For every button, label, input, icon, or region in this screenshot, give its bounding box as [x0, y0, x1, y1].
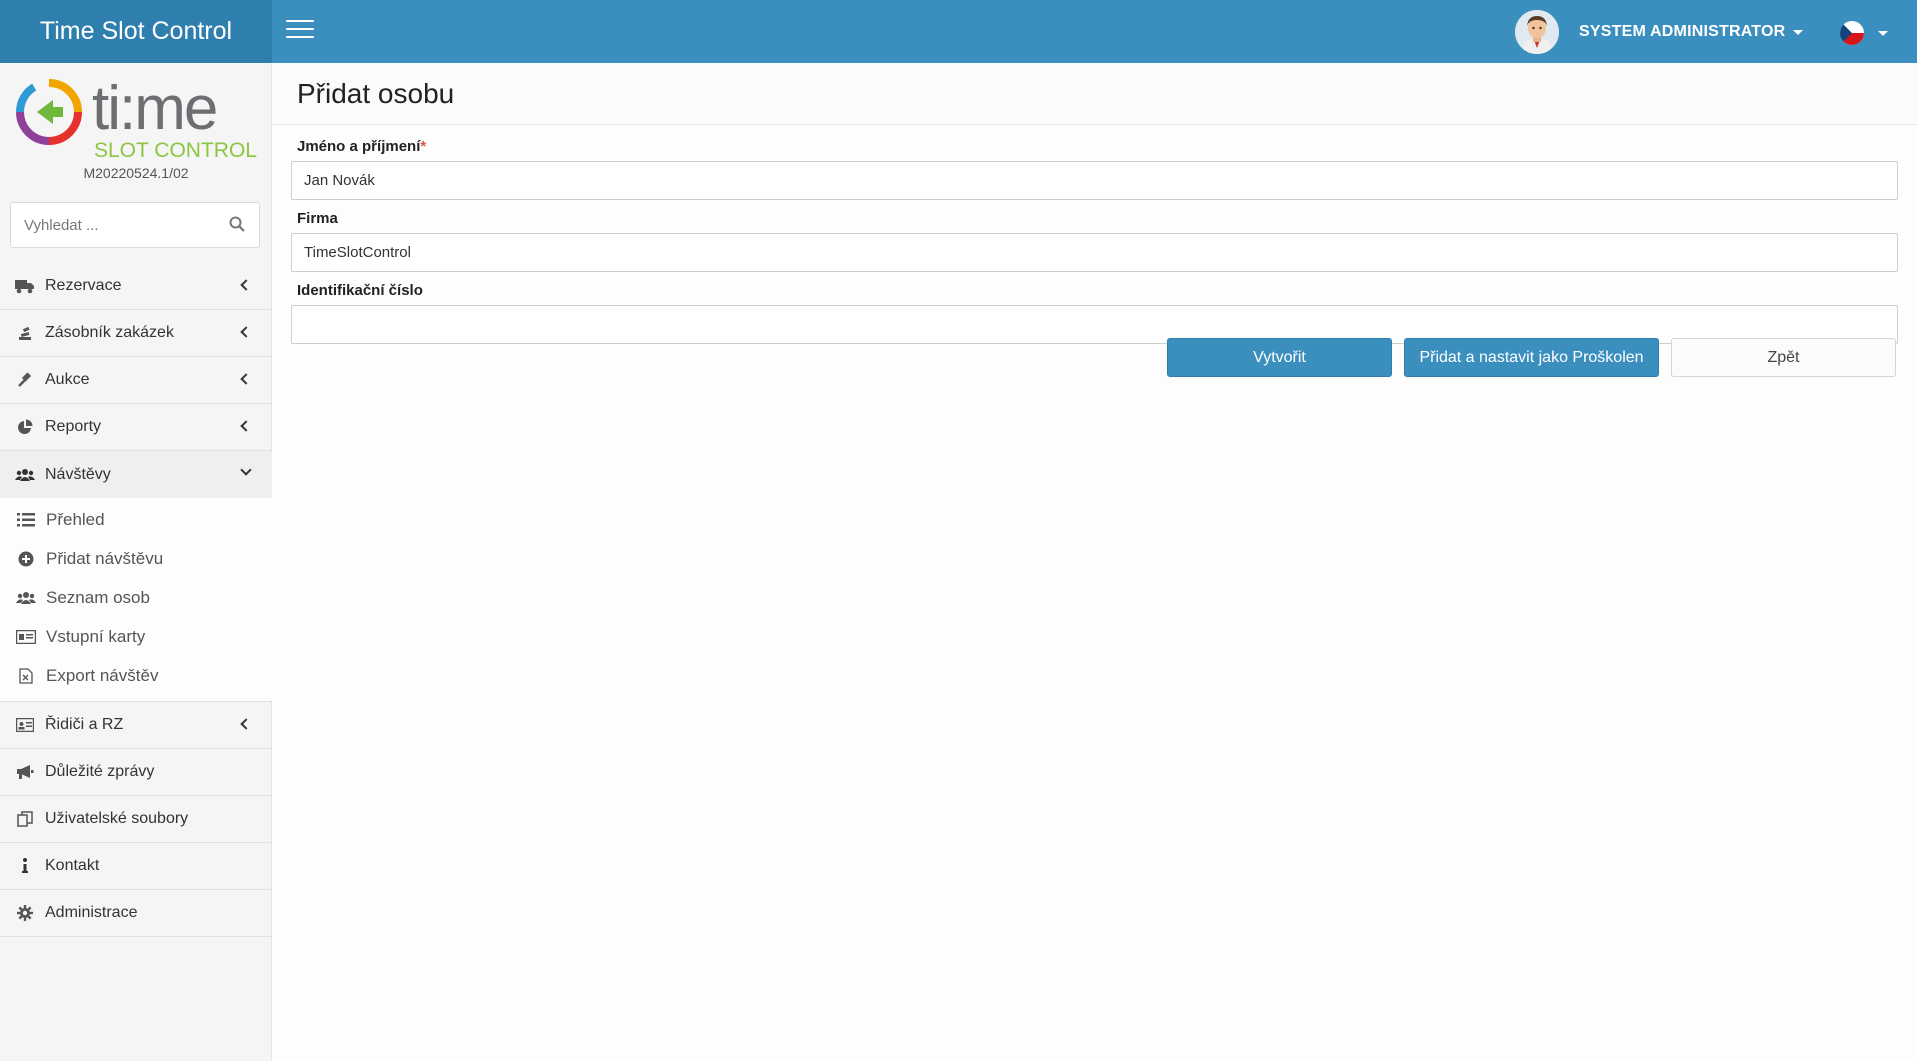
- users-icon: [16, 589, 36, 607]
- sidebar-item-label: Řidiči a RZ: [45, 716, 124, 733]
- required-mark: *: [420, 138, 427, 155]
- sidebar-subitem-export-navstev[interactable]: Export návštěv: [0, 656, 272, 695]
- sidebar-subitem-label: Přidat návštěvu: [46, 548, 164, 568]
- sidebar-search: [10, 202, 260, 248]
- sidebar-item-kontakt[interactable]: Kontakt: [0, 843, 272, 890]
- add-person-form: Jméno a příjmení* Firma Identifikační čí…: [291, 138, 1898, 354]
- company-field: [291, 233, 1898, 272]
- search-input[interactable]: [11, 203, 211, 247]
- info-icon: [15, 857, 35, 875]
- gear-icon: [15, 904, 35, 922]
- chevron-left-icon: [240, 279, 252, 291]
- form-actions: Vytvořit Přidat a nastavit jako Proškole…: [1167, 338, 1896, 377]
- card-icon: [16, 628, 36, 646]
- gavel-icon: [15, 371, 35, 389]
- sidebar-subitem-pridat-navstevu[interactable]: Přidat návštěvu: [0, 539, 272, 578]
- avatar: [1515, 10, 1559, 54]
- sidebar: ti:me SLOT CONTROL M20220524.1/02 Rezerv…: [0, 63, 272, 1061]
- sidebar-item-label: Důležité zprávy: [45, 763, 155, 780]
- company-label: Firma: [297, 210, 338, 227]
- back-button[interactable]: Zpět: [1671, 338, 1896, 377]
- id-card-icon: [15, 716, 35, 734]
- stack-icon: [15, 324, 35, 342]
- sidebar-nav: Rezervace Zásobník zakázek Aukce Reporty: [0, 263, 272, 937]
- sidebar-item-uzivatelske-soubory[interactable]: Uživatelské soubory: [0, 796, 272, 843]
- sidebar-item-label: Zásobník zakázek: [45, 324, 174, 341]
- name-field: [291, 161, 1898, 200]
- sidebar-item-label: Kontakt: [45, 857, 100, 874]
- sidebar-item-ridici-a-rz[interactable]: Řidiči a RZ: [0, 702, 272, 749]
- chevron-left-icon: [240, 420, 252, 432]
- files-icon: [15, 810, 35, 828]
- app-version: M20220524.1/02: [83, 165, 189, 181]
- sidebar-item-label: Návštěvy: [45, 465, 111, 483]
- page-header: Přidat osobu: [273, 63, 1917, 125]
- sidebar-item-navstevy[interactable]: Návštěvy: [0, 451, 272, 498]
- excel-file-icon: [16, 667, 36, 685]
- chevron-down-icon: [240, 464, 252, 476]
- app-title[interactable]: Time Slot Control: [0, 0, 272, 63]
- add-and-set-trained-button[interactable]: Přidat a nastavit jako Proškolen: [1404, 338, 1659, 377]
- search-icon[interactable]: [229, 216, 245, 237]
- sidebar-subitem-seznam-osob[interactable]: Seznam osob: [0, 578, 272, 617]
- top-bar: Time Slot Control SYSTEM ADMINISTRATOR: [0, 0, 1917, 63]
- sidebar-subitem-label: Přehled: [46, 509, 105, 529]
- users-icon: [15, 466, 35, 484]
- sidebar-subitem-label: Export návštěv: [46, 665, 159, 685]
- sidebar-item-label: Administrace: [45, 904, 138, 921]
- name-label-text: Jméno a příjmení: [297, 138, 421, 155]
- user-name: SYSTEM ADMINISTRATOR: [1579, 23, 1786, 40]
- sidebar-item-zasobnik-zakazek[interactable]: Zásobník zakázek: [0, 310, 272, 357]
- sidebar-subitem-label: Seznam osob: [46, 587, 150, 607]
- plus-circle-icon: [16, 550, 36, 568]
- sidebar-item-aukce[interactable]: Aukce: [0, 357, 272, 404]
- page-title: Přidat osobu: [297, 78, 455, 109]
- id-number-label: Identifikační číslo: [297, 282, 423, 299]
- megaphone-icon: [15, 763, 35, 781]
- sidebar-item-label: Aukce: [45, 371, 90, 388]
- truck-icon: [15, 277, 35, 295]
- chevron-left-icon: [240, 326, 252, 338]
- sidebar-item-reporty[interactable]: Reporty: [0, 404, 272, 451]
- sidebar-item-label: Reporty: [45, 418, 102, 435]
- sidebar-item-rezervace[interactable]: Rezervace: [0, 263, 272, 310]
- hamburger-menu-icon[interactable]: [286, 20, 314, 42]
- sidebar-item-administrace[interactable]: Administrace: [0, 890, 272, 937]
- language-selector[interactable]: [1840, 21, 1888, 45]
- name-input[interactable]: [292, 162, 1897, 199]
- caret-down-icon: [1878, 30, 1888, 36]
- sidebar-subitem-label: Vstupní karty: [46, 626, 146, 646]
- visits-submenu: Přehled Přidat návštěvu Seznam osob Vstu…: [0, 498, 272, 702]
- chevron-left-icon: [240, 373, 252, 385]
- sidebar-item-label: Uživatelské soubory: [45, 810, 189, 827]
- chevron-left-icon: [240, 718, 252, 730]
- pie-chart-icon: [15, 418, 35, 436]
- czech-flag-icon: [1840, 21, 1864, 45]
- user-menu[interactable]: SYSTEM ADMINISTRATOR: [1515, 10, 1804, 54]
- company-input[interactable]: [292, 234, 1897, 271]
- create-button[interactable]: Vytvořit: [1167, 338, 1392, 377]
- name-label: Jméno a příjmení*: [297, 138, 1898, 156]
- sidebar-subitem-prehled[interactable]: Přehled: [0, 500, 272, 539]
- sidebar-item-dulezite-zpravy[interactable]: Důležité zprávy: [0, 749, 272, 796]
- caret-down-icon: [1793, 29, 1804, 35]
- logo-wordmark: ti:me: [92, 74, 216, 143]
- logo-tagline: SLOT CONTROL: [94, 139, 257, 162]
- sidebar-subitem-vstupni-karty[interactable]: Vstupní karty: [0, 617, 272, 656]
- sidebar-item-label: Rezervace: [45, 277, 122, 294]
- list-icon: [16, 511, 36, 529]
- time-slot-control-logo: ti:me SLOT CONTROL: [12, 73, 262, 165]
